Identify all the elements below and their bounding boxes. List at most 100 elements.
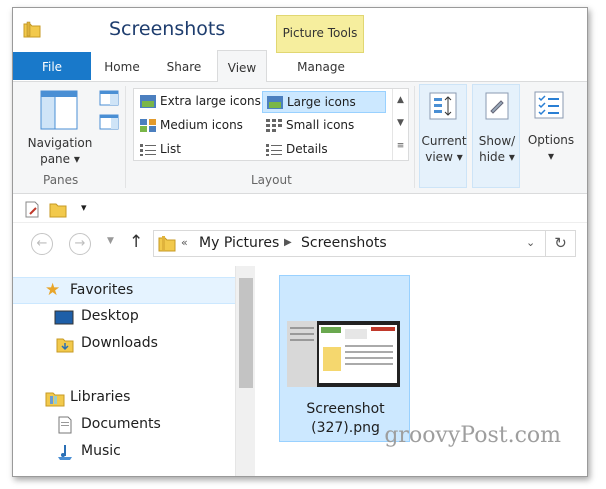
gallery-more-icon[interactable]: ≡ (393, 135, 408, 158)
nav-item-label: Libraries (70, 389, 131, 405)
navigation-pane-label[interactable]: Navigation (27, 136, 93, 150)
forward-button[interactable]: → (69, 233, 91, 255)
nav-item-label: Desktop (81, 308, 139, 324)
show-hide-button[interactable]: Show/ hide ▾ (472, 84, 520, 188)
preview-pane-icon[interactable] (99, 90, 119, 106)
dropdown-arrow-icon: ▾ (547, 149, 555, 163)
layout-extra-large-icons[interactable]: Extra large icons (136, 91, 261, 113)
breadcrumb-screenshots[interactable]: Screenshots (301, 235, 387, 251)
layout-medium-icons[interactable]: Medium icons (136, 115, 260, 137)
explorer-window: Screenshots Picture Tools File Home Shar… (12, 7, 588, 477)
panes-group-label: Panes (43, 173, 79, 187)
watermark: groovyPost.com (384, 423, 561, 448)
properties-icon[interactable] (23, 200, 41, 218)
large-icons-icon (267, 96, 283, 109)
current-view-label: Current (421, 134, 467, 148)
layout-item-label: Small icons (286, 118, 355, 132)
layout-item-label: Medium icons (160, 118, 243, 132)
gallery-down-arrow-icon[interactable]: ▼ (393, 112, 408, 135)
tab-view[interactable]: View (217, 50, 267, 83)
screenshot-thumbnail (287, 321, 400, 387)
tab-manage[interactable]: Manage (277, 50, 365, 81)
up-arrow-icon[interactable]: ↑ (129, 232, 143, 252)
ribbon-separator (125, 86, 126, 188)
nav-item-downloads[interactable]: Downloads (13, 331, 235, 358)
navigation-pane-label-2[interactable]: pane ▾ (27, 152, 93, 166)
navigation-pane: ★ Favorites Desktop Downloads Libraries … (13, 266, 257, 476)
layout-details[interactable]: Details (262, 139, 386, 161)
navigation-pane-icon[interactable] (40, 90, 78, 130)
breadcrumb-separator-icon[interactable]: ▶ (284, 237, 292, 248)
window-title: Screenshots (109, 18, 226, 40)
details-pane-icon[interactable] (99, 114, 119, 130)
small-icons-icon (266, 119, 282, 132)
navigation-pane-label-line2: pane (40, 152, 71, 166)
layout-item-label: Extra large icons (160, 94, 261, 108)
nav-item-label: Documents (81, 416, 161, 432)
nav-item-favorites[interactable]: ★ Favorites (13, 277, 235, 304)
address-dropdown-icon[interactable]: ⌄ (526, 236, 535, 249)
options-icon (534, 91, 564, 119)
new-folder-icon[interactable] (49, 200, 67, 218)
tab-home[interactable]: Home (93, 50, 151, 81)
nav-item-label: Favorites (70, 282, 134, 298)
tab-share[interactable]: Share (155, 50, 213, 81)
title-bar[interactable]: Screenshots Picture Tools (13, 8, 587, 53)
desktop-icon (54, 310, 74, 325)
address-overflow[interactable]: « (181, 236, 188, 249)
gallery-scroll[interactable]: ▲ ▼ ≡ (392, 89, 408, 160)
layout-item-label: List (160, 142, 181, 156)
list-view-icon (140, 144, 156, 156)
show-hide-label: Show/ (478, 134, 516, 148)
layout-small-icons[interactable]: Small icons (262, 115, 386, 137)
documents-icon (58, 416, 72, 434)
options-button[interactable]: Options ▾ (525, 84, 577, 188)
nav-item-label: Downloads (81, 335, 158, 351)
gallery-up-arrow-icon[interactable]: ▲ (393, 89, 408, 112)
medium-icons-icon (140, 119, 156, 132)
recent-locations-dropdown-icon[interactable]: ▼ (107, 236, 114, 246)
nav-item-music[interactable]: Music (13, 439, 235, 466)
layout-gallery: Extra large icons Large icons Medium ico… (133, 88, 409, 161)
layout-group-label: Layout (251, 173, 292, 187)
folder-icon[interactable] (23, 20, 41, 38)
show-hide-label-line2: hide (479, 150, 506, 164)
nav-item-documents[interactable]: Documents (13, 412, 235, 439)
extra-large-icons-icon (140, 95, 156, 108)
nav-item-libraries[interactable]: Libraries (13, 385, 235, 412)
ribbon-separator (414, 86, 415, 188)
star-icon: ★ (45, 280, 61, 300)
refresh-button[interactable]: ↻ (546, 230, 576, 257)
layout-list[interactable]: List (136, 139, 260, 161)
ribbon-tabs: File Home Share View Manage (13, 50, 587, 83)
layout-large-icons[interactable]: Large icons (262, 91, 386, 113)
breadcrumb-my-pictures[interactable]: My Pictures (199, 235, 279, 251)
back-arrow-icon: ← (36, 236, 48, 251)
forward-arrow-icon: → (74, 236, 86, 251)
nav-item-label: Music (81, 443, 121, 459)
nav-item-desktop[interactable]: Desktop (13, 304, 235, 331)
tab-file[interactable]: File (13, 52, 91, 80)
nav-pane-scroll-thumb[interactable] (239, 278, 253, 388)
layout-item-label: Large icons (287, 95, 356, 109)
details-view-icon (266, 144, 282, 156)
file-list: Screenshot (327).png groovyPost.com (257, 266, 587, 476)
ribbon: Navigation pane ▾ Panes Extra large icon… (13, 82, 587, 194)
downloads-folder-icon (56, 338, 74, 353)
folder-icon (158, 236, 176, 252)
current-view-button[interactable]: Current view ▾ (419, 84, 467, 188)
customize-toolbar-arrow-icon[interactable]: ▾ (81, 201, 87, 214)
back-button[interactable]: ← (31, 233, 53, 255)
file-item[interactable]: Screenshot (327).png (279, 275, 410, 442)
dropdown-arrow-icon: ▾ (456, 150, 463, 164)
dropdown-arrow-icon: ▾ (73, 152, 80, 166)
dropdown-arrow-icon: ▾ (508, 150, 515, 164)
address-bar[interactable]: « My Pictures ▶ Screenshots ⌄ (153, 230, 546, 257)
layout-item-label: Details (286, 142, 328, 156)
current-view-label-line2: view (425, 150, 453, 164)
refresh-icon: ↻ (554, 234, 567, 252)
libraries-icon (45, 392, 65, 407)
current-view-label-2: view ▾ (420, 150, 468, 164)
file-name-line1: Screenshot (306, 401, 385, 417)
quick-access-toolbar: ▾ (13, 195, 587, 223)
